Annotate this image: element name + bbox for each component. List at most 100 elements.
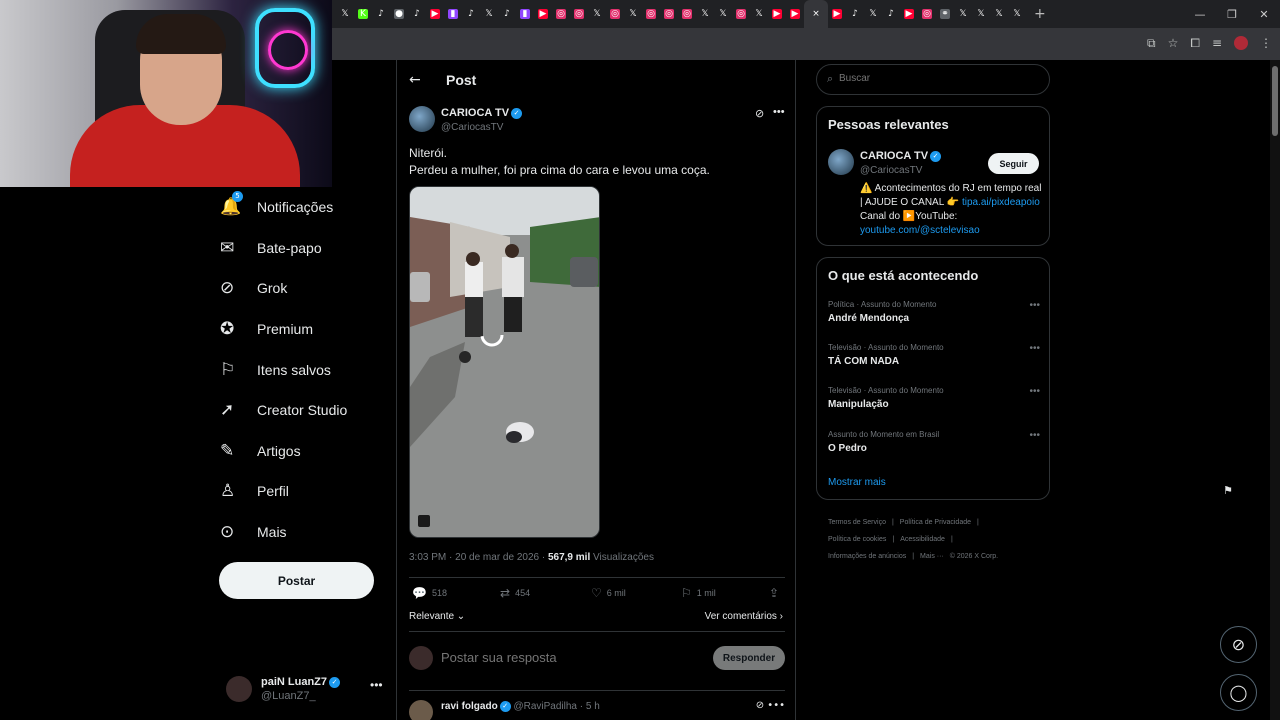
footer-link[interactable]: Termos de Serviço — [828, 519, 886, 526]
browser-tab[interactable]: 𝕏 — [972, 5, 990, 23]
browser-tab[interactable]: ▮ — [516, 5, 534, 23]
trend-item[interactable]: Política · Assunto do Momento André Mend… — [828, 300, 1040, 334]
browser-tab[interactable]: × — [804, 0, 828, 28]
sidebar-item-creator-studio[interactable]: ➚ Creator Studio — [220, 390, 390, 431]
browser-tab[interactable]: 𝕏 — [990, 5, 1008, 23]
reply-action[interactable]: 💬 518 — [412, 586, 447, 600]
sidebar-item-chat[interactable]: ✉ Bate-papo — [220, 228, 390, 269]
maximize-button[interactable]: ❐ — [1216, 8, 1248, 21]
footer-link[interactable]: Política de cookies — [828, 536, 886, 543]
scrollbar[interactable] — [1270, 60, 1280, 720]
extensions-icon[interactable]: ⧠ — [1190, 36, 1200, 51]
sidebar-item-grok[interactable]: ⊘ Grok — [220, 268, 390, 309]
follow-button[interactable]: Seguir — [988, 153, 1039, 174]
more-icon[interactable]: ••• — [1029, 300, 1040, 311]
list-item[interactable]: ravi folgado ✓ @RaviPadilha · 5 h ⊘ ••• — [409, 700, 785, 720]
browser-tab[interactable]: ◎ — [552, 5, 570, 23]
sidebar-item-more[interactable]: ⊙ Mais — [220, 512, 390, 553]
like-action[interactable]: ♡ 6 mil — [591, 586, 626, 600]
new-tab-button[interactable]: + — [1034, 6, 1046, 22]
trend-item[interactable]: Assunto do Momento em Brasil O Pedro ••• — [828, 430, 1040, 464]
browser-tab[interactable]: ◎ — [660, 5, 678, 23]
more-icon[interactable]: ••• — [1029, 430, 1040, 441]
author-name[interactable]: CARIOCA TV — [441, 107, 509, 119]
reply-button[interactable]: Responder — [713, 646, 785, 670]
bookmark-action[interactable]: ⚐ 1 mil — [681, 586, 716, 600]
sidebar-item-profile[interactable]: ♙ Perfil — [220, 471, 390, 512]
footer-link[interactable]: Política de Privacidade — [900, 519, 971, 526]
browser-tab[interactable]: ♪ — [846, 5, 864, 23]
grok-icon[interactable]: ⊘ — [755, 107, 764, 120]
post-button[interactable]: Postar — [219, 562, 374, 599]
browser-tab[interactable]: 𝕏 — [588, 5, 606, 23]
trend-item[interactable]: Televisão · Assunto do Momento TÁ COM NA… — [828, 343, 1040, 377]
browser-tab[interactable]: ▶ — [534, 5, 552, 23]
browser-tab[interactable]: ♪ — [462, 5, 480, 23]
feed-icon[interactable]: ⚑ — [1223, 484, 1233, 497]
browser-tab[interactable]: 𝕏 — [480, 5, 498, 23]
footer-link[interactable]: Acessibilidade — [900, 536, 945, 543]
more-icon[interactable]: ••• — [767, 700, 785, 711]
browser-tab[interactable]: 𝕏 — [1008, 5, 1026, 23]
bio-link[interactable]: youtube.com/@sctelevisao — [860, 225, 980, 236]
browser-tab[interactable]: 𝕏 — [624, 5, 642, 23]
share-action[interactable]: ⇪ — [769, 586, 784, 600]
browser-tab[interactable]: ▶ — [828, 5, 846, 23]
browser-tab[interactable]: 𝕏 — [864, 5, 882, 23]
browser-tab[interactable]: 𝕏 — [714, 5, 732, 23]
browser-tab[interactable]: ◎ — [642, 5, 660, 23]
more-icon[interactable]: ••• — [370, 678, 383, 692]
browser-tab[interactable]: 𝕏 — [750, 5, 768, 23]
sidebar-item-bookmarks[interactable]: ⚐ Itens salvos — [220, 349, 390, 390]
profile-avatar[interactable] — [1234, 36, 1248, 50]
browser-tab[interactable]: ♪ — [408, 5, 426, 23]
browser-tab[interactable]: 𝕏 — [336, 5, 354, 23]
profile-handle[interactable]: @CariocasTV — [860, 165, 922, 176]
footer-link[interactable]: Mais ··· — [920, 553, 944, 560]
browser-tab[interactable]: ◎ — [570, 5, 588, 23]
browser-tab[interactable]: ▶ — [900, 5, 918, 23]
browser-tab[interactable]: ◎ — [732, 5, 750, 23]
sort-dropdown[interactable]: Relevante ⌄ — [409, 611, 465, 622]
avatar[interactable] — [409, 106, 435, 132]
star-icon[interactable]: ☆ — [1168, 36, 1179, 51]
profile-name[interactable]: CARIOCA TV — [860, 150, 928, 162]
menu-icon[interactable]: ⋮ — [1260, 36, 1272, 51]
post-video[interactable] — [409, 186, 600, 538]
browser-tab[interactable]: ♪ — [498, 5, 516, 23]
view-comments-link[interactable]: Ver comentários › — [705, 611, 783, 622]
sidebar-item-articles[interactable]: ✎ Artigos — [220, 431, 390, 472]
browser-tab[interactable]: ◎ — [678, 5, 696, 23]
grok-fab[interactable]: ⊘ — [1220, 626, 1257, 663]
browser-tab[interactable]: ♪ — [372, 5, 390, 23]
sidebar-item-notifications[interactable]: 🔔 5 Notificações — [220, 187, 390, 228]
close-window-button[interactable]: ✕ — [1248, 8, 1280, 21]
back-arrow-icon[interactable]: ← — [409, 72, 421, 88]
browser-tab[interactable]: ● — [390, 5, 408, 23]
grok-icon[interactable]: ⊘ — [756, 700, 764, 711]
messages-fab[interactable]: ◯ — [1220, 674, 1257, 711]
browser-tab[interactable]: ▶ — [768, 5, 786, 23]
post-timestamp[interactable]: 3:03 PM · 20 de mar de 2026 · — [409, 552, 548, 563]
browser-tab[interactable]: K — [354, 5, 372, 23]
browser-tab[interactable]: ▶ — [426, 5, 444, 23]
more-icon[interactable]: ••• — [1029, 386, 1040, 397]
repost-action[interactable]: ⇄ 454 — [500, 586, 530, 600]
reply-input[interactable] — [441, 650, 701, 665]
more-icon[interactable]: ••• — [1029, 343, 1040, 354]
search-input[interactable] — [839, 73, 1029, 84]
browser-tab[interactable]: ▶ — [786, 5, 804, 23]
cast-icon[interactable]: ⧉ — [1147, 36, 1156, 51]
comment-author-name[interactable]: ravi folgado — [441, 701, 498, 712]
browser-tab[interactable]: ◎ — [918, 5, 936, 23]
minimize-button[interactable]: — — [1184, 8, 1216, 21]
browser-tab[interactable]: ⚭ — [936, 5, 954, 23]
browser-tab[interactable]: 𝕏 — [696, 5, 714, 23]
bio-link[interactable]: tipa.ai/pixdeapoio — [962, 197, 1040, 208]
account-switcher[interactable]: paiN LuanZ7 ✓ @LuanZ7_ ••• — [226, 674, 386, 706]
sidebar-item-premium[interactable]: ✪ Premium — [220, 309, 390, 350]
footer-link[interactable]: Informações de anúncios — [828, 553, 906, 560]
author-handle[interactable]: @CariocasTV — [441, 122, 503, 133]
trend-item[interactable]: Televisão · Assunto do Momento Manipulaç… — [828, 386, 1040, 420]
browser-tab[interactable]: ◎ — [606, 5, 624, 23]
